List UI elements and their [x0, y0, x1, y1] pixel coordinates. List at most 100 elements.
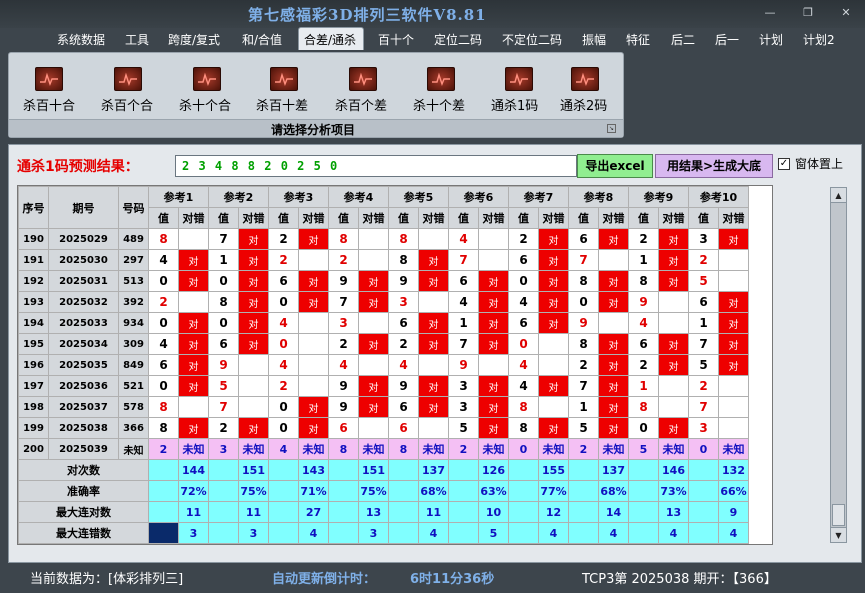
ribbon-item-label[interactable]: 通杀2码: [560, 95, 607, 114]
ref-value: 8: [628, 270, 659, 292]
ref-value: 2: [268, 228, 299, 250]
menu-span[interactable]: 跨度/复式: [168, 31, 220, 48]
table-row[interactable]: 192 2025031 513 0 对 0 对 6 对 9 对 9 对 6 对 0 对 8 对 8 对 5: [18, 270, 749, 292]
table-row[interactable]: 198 2025037 578 8 7 0 对 9 对 6 对 3 对 8 1 对 8 7: [18, 396, 749, 418]
maximize-button[interactable]: ❐: [800, 6, 816, 19]
ref-value: 2: [208, 417, 239, 439]
ref-value: 7: [208, 396, 239, 418]
stats-value: 137: [598, 459, 629, 481]
generate-base-button[interactable]: 用结果>生成大底: [655, 154, 773, 178]
ref-hit-mark: 对: [358, 375, 389, 397]
ribbon-item-label[interactable]: 杀十个合: [179, 95, 231, 114]
table-row[interactable]: 194 2025033 934 0 对 0 对 4 3 6 对 1 对 6 对 9 4 1 对: [18, 312, 749, 334]
table-row[interactable]: 190 2025029 489 8 7 对 2 对 8 8 4 2 对 6 对 2 对 3 对: [18, 228, 749, 250]
ref-hit-empty: [658, 375, 689, 397]
chart-icon[interactable]: [505, 67, 533, 91]
ref-hit-mark: 对: [598, 291, 629, 313]
table-row[interactable]: 193 2025032 392 2 8 对 0 对 7 对 3 4 对 4 对 0 对 9 6 对: [18, 291, 749, 313]
ref-hit-mark: 对: [238, 417, 269, 439]
ref-value: 2: [268, 375, 299, 397]
table-row[interactable]: 195 2025034 309 4 对 6 对 0 2 对 2 对 7 对 0 8 对 6 对 7 对: [18, 333, 749, 355]
stats-spacer: [208, 480, 239, 502]
prediction-result-field[interactable]: 2 3 4 8 8 2 0 2 5 0: [175, 155, 577, 177]
ref-hit-mark: 对: [358, 396, 389, 418]
ref-value: 3: [448, 396, 479, 418]
ref-value: 2: [388, 333, 419, 355]
ref-hit-empty: [178, 291, 209, 313]
ribbon-item-label[interactable]: 杀百个差: [335, 95, 387, 114]
col-header-ref: 参考5: [388, 186, 449, 208]
close-button[interactable]: ✕: [838, 6, 854, 19]
table-row[interactable]: 200 2025039 未知 2 未知 3 未知 4 未知 8 未知 8 未知 2 未知 0 未知 2 未知 5 未知 0…: [18, 438, 749, 460]
stats-value: 4: [658, 522, 689, 544]
ref-hit-mark: 对: [658, 249, 689, 271]
ribbon-item-label[interactable]: 杀百十差: [256, 95, 308, 114]
ref-value: 9: [628, 291, 659, 313]
ref-value: 0: [148, 312, 179, 334]
menu-amplitude[interactable]: 振幅: [582, 31, 606, 48]
menu-system-data[interactable]: 系统数据: [57, 31, 105, 48]
menu-feature[interactable]: 特征: [626, 31, 650, 48]
ref-hit-mark: 对: [298, 417, 329, 439]
scroll-down-icon[interactable]: ▼: [831, 527, 846, 542]
minimize-button[interactable]: —: [762, 6, 778, 19]
ref-value: 2: [628, 354, 659, 376]
ref-hit-mark: 对: [358, 270, 389, 292]
chart-icon[interactable]: [193, 67, 221, 91]
menu-tools[interactable]: 工具: [125, 31, 149, 48]
scroll-up-icon[interactable]: ▲: [831, 188, 846, 203]
scroll-thumb[interactable]: [832, 504, 845, 526]
menu-unfixed-two[interactable]: 不定位二码: [502, 31, 562, 48]
ribbon-item-label[interactable]: 杀十个差: [413, 95, 465, 114]
ref-value: 2: [568, 438, 599, 460]
chart-icon[interactable]: [571, 67, 599, 91]
ribbon-launcher-icon[interactable]: ↘: [607, 124, 616, 133]
row-number: 513: [118, 270, 149, 292]
ribbon-item-label[interactable]: 杀百个合: [101, 95, 153, 114]
row-number: 309: [118, 333, 149, 355]
vertical-scrollbar[interactable]: ▲ ▼: [830, 187, 847, 543]
ref-hit-mark: 对: [598, 228, 629, 250]
ref-value: 2: [568, 354, 599, 376]
menu-plan-2[interactable]: 计划2: [803, 31, 835, 48]
ref-hit-unknown: 未知: [238, 438, 269, 460]
chart-icon[interactable]: [427, 67, 455, 91]
stats-value: 71%: [298, 480, 329, 502]
export-excel-button[interactable]: 导出excel: [577, 154, 653, 178]
menu-last-one[interactable]: 后一: [715, 31, 739, 48]
chart-icon[interactable]: [114, 67, 142, 91]
table-row[interactable]: 191 2025030 297 4 对 1 对 2 2 8 对 7 6 对 7 1 对 2: [18, 249, 749, 271]
table-row[interactable]: 196 2025035 849 6 对 9 4 4 4 9 4 2 对 2 对 5 对: [18, 354, 749, 376]
ref-value: 0: [508, 438, 539, 460]
stats-spacer: [208, 459, 239, 481]
chart-icon[interactable]: [35, 67, 63, 91]
ontop-checkbox[interactable]: ✓: [778, 158, 790, 170]
table-row[interactable]: 197 2025036 521 0 对 5 2 9 对 9 对 3 对 4 对 7 对 1 2: [18, 375, 749, 397]
menu-last-two[interactable]: 后二: [671, 31, 695, 48]
menu-position[interactable]: 百十个: [378, 31, 414, 48]
ref-hit-empty: [658, 396, 689, 418]
stats-value: 155: [538, 459, 569, 481]
ribbon-item-label[interactable]: 杀百十合: [23, 95, 75, 114]
ref-hit-empty: [178, 396, 209, 418]
table-row[interactable]: 199 2025038 366 8 对 2 对 0 对 6 6 5 对 8 对 5 对 0 对 3: [18, 417, 749, 439]
menu-diff-kill[interactable]: 合差/通杀: [304, 31, 356, 48]
menu-sum[interactable]: 和/合值: [242, 31, 282, 48]
chart-icon[interactable]: [349, 67, 377, 91]
chart-icon[interactable]: [270, 67, 298, 91]
ref-hit-mark: 对: [598, 333, 629, 355]
ribbon-item-label[interactable]: 通杀1码: [491, 95, 538, 114]
stats-value: 11: [238, 501, 269, 523]
ref-value: 9: [328, 375, 359, 397]
ref-value: 3: [688, 417, 719, 439]
stats-value: 4: [718, 522, 749, 544]
menu-fixed-two[interactable]: 定位二码: [434, 31, 482, 48]
stats-spacer: [688, 522, 719, 544]
col-header-ref: 参考1: [148, 186, 209, 208]
menu-plan[interactable]: 计划: [759, 31, 783, 48]
ref-hit-empty: [358, 249, 389, 271]
ref-hit-mark: 对: [178, 312, 209, 334]
ref-value: 4: [268, 438, 299, 460]
ref-value: 0: [628, 417, 659, 439]
ref-value: 0: [508, 270, 539, 292]
